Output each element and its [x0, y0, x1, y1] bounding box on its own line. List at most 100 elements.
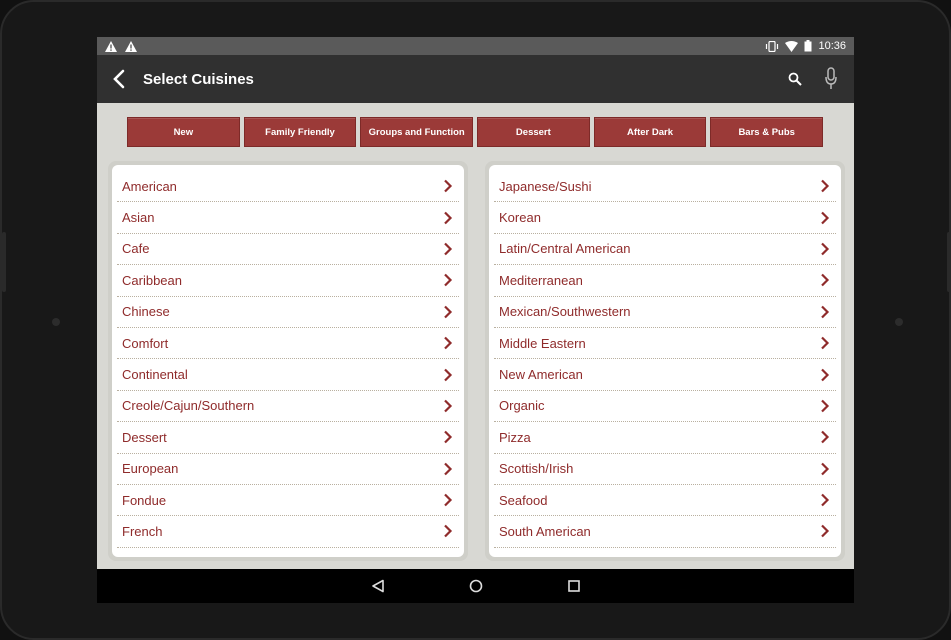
tab-new[interactable]: New — [127, 117, 240, 147]
chevron-right-icon — [821, 179, 830, 193]
cuisine-label: Fondue — [122, 492, 167, 508]
list-item[interactable]: Japanese/Sushi — [494, 171, 836, 203]
chevron-right-icon — [444, 431, 453, 444]
chevron-right-icon — [821, 305, 830, 319]
list-item[interactable]: Chinese — [117, 297, 459, 328]
side-button-left — [2, 232, 6, 292]
wifi-icon — [785, 40, 799, 52]
cuisine-label: Mediterranean — [499, 272, 583, 288]
microphone-icon — [825, 67, 837, 89]
chevron-right-icon — [821, 368, 830, 381]
nav-back-button[interactable] — [366, 574, 390, 598]
list-item[interactable]: Fondue — [117, 485, 459, 517]
left-cuisine-list: American Asian Cafe Caribbean Chinese Comfort… — [112, 165, 464, 557]
chevron-right-icon — [821, 274, 830, 287]
category-tabs: New Family Friendly Groups and Function … — [127, 117, 824, 147]
chevron-right-icon — [444, 336, 453, 350]
chevron-right-icon — [444, 242, 453, 256]
cuisine-label: New American — [499, 367, 583, 383]
cuisine-label: Comfort — [122, 335, 169, 351]
left-cuisine-panel: American Asian Cafe Caribbean Chinese Comfort… — [108, 161, 468, 561]
chevron-right-icon — [821, 336, 830, 350]
tab-dessert[interactable]: Dessert — [477, 117, 590, 147]
list-item[interactable]: South American — [494, 516, 836, 548]
chevron-right-icon — [444, 305, 453, 319]
status-bar: 10:36 — [97, 37, 854, 55]
list-item[interactable]: European — [117, 454, 459, 485]
list-item[interactable]: American — [117, 171, 459, 203]
cuisine-label: Korean — [499, 210, 541, 226]
cuisine-label: Dessert — [122, 429, 167, 445]
camera-left — [52, 318, 60, 326]
list-item[interactable]: Caribbean — [117, 265, 459, 297]
chevron-right-icon — [821, 211, 830, 224]
list-item[interactable]: New American — [494, 359, 836, 391]
search-icon — [788, 72, 802, 86]
list-item[interactable]: Mediterranean — [494, 265, 836, 297]
back-triangle-icon — [371, 579, 384, 593]
cuisine-label: Cafe — [122, 241, 150, 257]
vibrate-icon — [766, 40, 779, 52]
right-cuisine-panel: Japanese/Sushi Korean Latin/Central Americ… — [485, 161, 845, 561]
chevron-right-icon — [444, 525, 453, 538]
warning-icon — [105, 40, 117, 52]
nav-home-button[interactable] — [464, 574, 488, 598]
nav-recents-button[interactable] — [562, 574, 586, 598]
list-item[interactable]: Seafood — [494, 485, 836, 517]
list-item[interactable]: Creole/Cajun/Southern — [117, 391, 459, 423]
side-button-right — [947, 232, 951, 292]
recents-square-icon — [567, 580, 580, 592]
tab-groups-and-function[interactable]: Groups and Function — [360, 117, 474, 147]
tab-family-friendly[interactable]: Family Friendly — [243, 117, 357, 147]
list-item[interactable]: Middle Eastern — [494, 328, 836, 360]
chevron-right-icon — [821, 462, 830, 475]
list-item[interactable]: Asian — [117, 202, 459, 234]
list-item[interactable]: Pizza — [494, 422, 836, 454]
chevron-right-icon — [821, 431, 830, 444]
list-item[interactable]: Mexican/Southwestern — [494, 297, 836, 328]
tab-after-dark[interactable]: After Dark — [593, 117, 707, 147]
cuisine-label: Latin/Central American — [499, 241, 631, 257]
right-cuisine-list: Japanese/Sushi Korean Latin/Central Americ… — [489, 165, 841, 557]
chevron-right-icon — [444, 179, 453, 193]
cuisine-label: South American — [499, 523, 591, 539]
list-item[interactable]: Scottish/Irish — [494, 454, 836, 485]
cuisine-label: Scottish/Irish — [499, 461, 574, 477]
list-item[interactable]: Dessert — [117, 422, 459, 454]
cuisine-label: Asian — [122, 210, 155, 226]
battery-icon — [804, 40, 812, 52]
list-item[interactable]: Continental — [117, 359, 459, 391]
list-item[interactable]: Comfort — [117, 328, 459, 360]
list-item[interactable]: Korean — [494, 202, 836, 234]
cuisine-label: Middle Eastern — [499, 335, 586, 351]
chevron-right-icon — [821, 242, 830, 256]
chevron-right-icon — [444, 399, 453, 413]
chevron-right-icon — [444, 368, 453, 381]
cuisine-label: Chinese — [122, 304, 170, 320]
cuisine-label: European — [122, 461, 179, 477]
chevron-right-icon — [821, 525, 830, 538]
cuisine-label: American — [122, 178, 177, 194]
cuisine-label: Seafood — [499, 492, 548, 508]
chevron-right-icon — [444, 211, 453, 224]
list-item[interactable]: Organic — [494, 391, 836, 423]
content-area: New Family Friendly Groups and Function … — [97, 103, 854, 569]
microphone-button[interactable] — [820, 67, 842, 91]
list-item[interactable]: Latin/Central American — [494, 234, 836, 266]
chevron-right-icon — [444, 274, 453, 287]
search-button[interactable] — [784, 67, 806, 91]
cuisine-label: Pizza — [499, 429, 531, 445]
cuisine-label: Caribbean — [122, 272, 182, 288]
tab-bars-and-pubs[interactable]: Bars & Pubs — [710, 117, 824, 147]
chevron-right-icon — [444, 462, 453, 475]
home-circle-icon — [469, 579, 482, 593]
list-item[interactable]: Cafe — [117, 234, 459, 266]
chevron-right-icon — [821, 493, 830, 507]
cuisine-label: Mexican/Southwestern — [499, 304, 631, 320]
chevron-right-icon — [444, 493, 453, 507]
device-screen: 10:36 Select Cuisines New Family Friendl… — [97, 37, 854, 603]
list-item[interactable]: French — [117, 516, 459, 548]
app-bar: Select Cuisines — [97, 55, 854, 103]
warning-icon — [125, 40, 137, 52]
back-button[interactable] — [97, 55, 141, 103]
